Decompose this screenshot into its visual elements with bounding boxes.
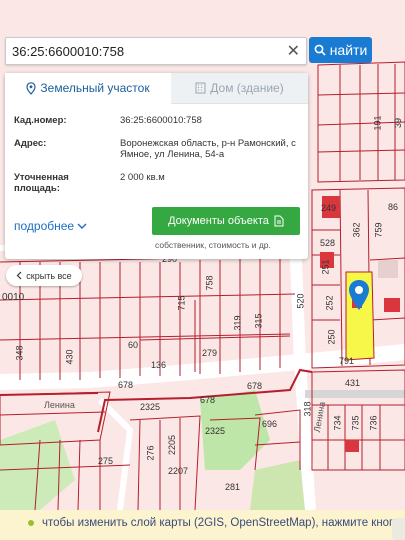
chevron-down-icon — [77, 223, 87, 229]
tab-building[interactable]: Дом (здание) — [171, 73, 308, 104]
collapse-all-label: скрыть все — [26, 270, 72, 281]
find-button[interactable]: найти — [309, 37, 372, 63]
row-value: 2 000 кв.м — [120, 172, 165, 183]
parcel-label: 758 — [204, 275, 215, 291]
parcel-label: 275 — [98, 456, 114, 466]
parcel-label: 736 — [368, 415, 379, 431]
location-pin-icon[interactable] — [349, 280, 369, 310]
object-info-card: Земельный участок Дом (здание) Кад.номер… — [5, 73, 308, 259]
document-icon — [274, 215, 284, 227]
street-label: Ленина — [44, 400, 75, 410]
layer-hint-text: чтобы изменить слой карты (2GIS, OpenStr… — [42, 517, 405, 529]
parcel-label: 60 — [128, 340, 139, 350]
more-details-link[interactable]: подробнее — [14, 219, 87, 233]
tab-building-label: Дом (здание) — [210, 81, 284, 95]
parcel-label: 315 — [253, 313, 264, 329]
parcel-label: 136 — [151, 360, 167, 370]
layers-button[interactable] — [392, 518, 405, 540]
parcel-label: 39 — [393, 117, 404, 129]
more-details-label: подробнее — [14, 219, 75, 233]
parcel-label: 734 — [332, 415, 343, 431]
parcel-label: 251 — [320, 259, 331, 275]
parcel-label: 281 — [225, 482, 241, 492]
parcel-label: 791 — [339, 356, 355, 366]
row-value: 36:25:6600010:758 — [120, 115, 202, 126]
layer-hint-bar: чтобы изменить слой карты (2GIS, OpenStr… — [0, 510, 405, 540]
cadastral-search-input[interactable] — [12, 42, 272, 60]
row-value: Воронежская область, р-н Рамонский, с Ям… — [120, 138, 296, 160]
close-icon[interactable]: ✕ — [287, 41, 300, 61]
tab-land-plot[interactable]: Земельный участок — [5, 73, 171, 103]
building-icon — [195, 82, 206, 94]
parcel-label: 249 — [321, 203, 337, 213]
street-label: Ленина — [311, 400, 328, 434]
parcel-label: 191 — [372, 115, 383, 131]
chevron-left-icon — [16, 271, 22, 280]
parcel-label: 252 — [324, 295, 335, 311]
parcel-label: 696 — [262, 419, 278, 429]
parcel-label: 431 — [345, 378, 361, 388]
map-pin-icon — [26, 81, 36, 95]
parcel-label: 715 — [176, 295, 187, 311]
parcel-label: 430 — [64, 349, 75, 365]
card-tabs: Земельный участок Дом (здание) — [5, 73, 308, 104]
find-button-label: найти — [329, 42, 368, 58]
parcel-label: 2325 — [140, 402, 161, 412]
parcel-label: 319 — [232, 315, 243, 331]
bullet-icon — [28, 520, 34, 526]
parcel-label: 86 — [388, 202, 399, 212]
tab-land-plot-label: Земельный участок — [40, 81, 150, 95]
parcel-label: 678 — [200, 395, 216, 405]
documents-subtitle: собственник, стоимость и др. — [155, 240, 271, 250]
parcel-label: 250 — [326, 329, 337, 345]
search-box[interactable]: ✕ — [5, 37, 307, 65]
row-key: Уточненная площадь: — [14, 172, 69, 194]
object-documents-button[interactable]: Документы объекта — [152, 207, 300, 235]
parcel-label: 678 — [247, 381, 263, 391]
parcel-label: 348 — [14, 345, 25, 361]
documents-button-label: Документы объекта — [168, 215, 269, 227]
parcel-label: 528 — [320, 238, 336, 248]
parcel-label: 2207 — [168, 466, 189, 476]
parcel-label: 759 — [373, 222, 384, 238]
parcel-label: 735 — [350, 415, 361, 431]
parcel-label: 520 — [295, 293, 306, 309]
parcel-label: 0010 — [2, 292, 25, 303]
row-key: Адрес: — [14, 138, 47, 149]
parcel-label: 678 — [118, 380, 134, 390]
parcel-label: 318 — [302, 401, 313, 417]
parcel-label: 2205 — [167, 434, 178, 456]
search-icon — [314, 44, 326, 56]
row-key: Кад.номер: — [14, 115, 67, 126]
collapse-all-button[interactable]: скрыть все — [6, 265, 82, 286]
parcel-label: 279 — [202, 348, 218, 358]
parcel-label: 276 — [145, 445, 156, 461]
parcel-label: 2325 — [205, 426, 226, 436]
parcel-label: 362 — [351, 222, 362, 238]
